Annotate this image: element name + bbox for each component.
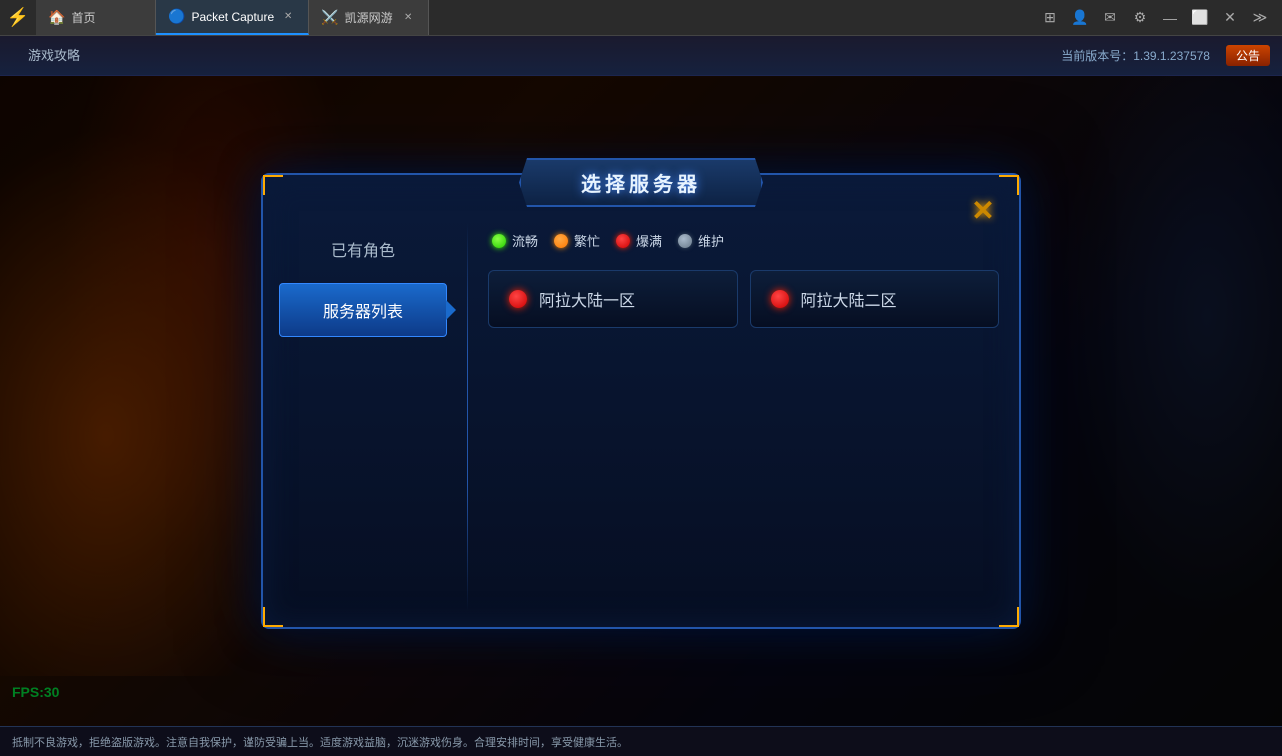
server-select-dialog: 选择服务器 ✕ 已有角色 服务器列表 xyxy=(261,173,1021,629)
server-1-status-icon xyxy=(509,290,527,308)
server-1-name: 阿拉大陆一区 xyxy=(539,287,635,311)
corner-bl-decoration xyxy=(263,607,283,627)
packet-capture-icon: 🔵 xyxy=(168,8,185,25)
dialog-title-background: 选择服务器 xyxy=(519,158,763,207)
bottom-text: 抵制不良游戏，拒绝盗版游戏。注意自我保护，谨防受骗上当。适度游戏益脑，沉迷游戏伤… xyxy=(12,734,628,750)
server-grid: 阿拉大陆一区 阿拉大陆二区 xyxy=(484,266,1003,332)
tab-game-label: 凯源网游 xyxy=(345,9,393,26)
browser-chrome: ⚡ 🏠 首页 🔵 Packet Capture ✕ ⚔️ 凯源网游 ✕ ⊞ 👤 … xyxy=(0,0,1282,36)
maximize-button[interactable]: ⬜ xyxy=(1186,4,1214,32)
status-legend: 流畅 繁忙 爆满 维护 xyxy=(484,223,1003,266)
dialog-title: 选择服务器 xyxy=(581,174,701,196)
close-x-icon: ✕ xyxy=(971,197,994,225)
expand-icon[interactable]: ≫ xyxy=(1246,4,1274,32)
game-nav-tabs: 游戏攻略 xyxy=(12,41,96,70)
tab-home[interactable]: 🏠 首页 xyxy=(36,0,156,35)
window-controls: ⊞ 👤 ✉ ⚙ — ⬜ ✕ ≫ xyxy=(1036,0,1282,35)
user-icon[interactable]: 👤 xyxy=(1066,4,1094,32)
corner-br-decoration xyxy=(999,607,1019,627)
full-label: 爆满 xyxy=(636,231,662,250)
server-1-button[interactable]: 阿拉大陆一区 xyxy=(488,270,738,328)
game-area: 游戏攻略 当前版本号：1.39.1.237578 公告 选择服务器 ✕ xyxy=(0,36,1282,756)
right-panel: 流畅 繁忙 爆满 维护 xyxy=(476,223,1003,611)
tab-packet-capture-close[interactable]: ✕ xyxy=(280,9,296,25)
notice-button[interactable]: 公告 xyxy=(1226,45,1270,66)
grid-icon[interactable]: ⊞ xyxy=(1036,4,1064,32)
smooth-dot-icon xyxy=(492,234,506,248)
tab-home-label: 首页 xyxy=(71,9,95,26)
panel-divider xyxy=(467,223,468,611)
status-busy: 繁忙 xyxy=(554,231,600,250)
browser-logo-icon: ⚡ xyxy=(0,0,36,35)
smooth-label: 流畅 xyxy=(512,231,538,250)
server-2-status-icon xyxy=(771,290,789,308)
tab-packet-capture-label: Packet Capture xyxy=(191,10,274,24)
busy-dot-icon xyxy=(554,234,568,248)
status-maintenance: 维护 xyxy=(678,231,724,250)
bottom-bar: 抵制不良游戏，拒绝盗版游戏。注意自我保护，谨防受骗上当。适度游戏益脑，沉迷游戏伤… xyxy=(0,726,1282,756)
existing-chars-button[interactable]: 已有角色 xyxy=(279,223,447,275)
server-2-name: 阿拉大陆二区 xyxy=(801,287,897,311)
left-panel: 已有角色 服务器列表 xyxy=(279,223,459,611)
minimize-button[interactable]: — xyxy=(1156,4,1184,32)
tab-game[interactable]: ⚔️ 凯源网游 ✕ xyxy=(309,0,429,35)
close-button[interactable]: ✕ xyxy=(1216,4,1244,32)
version-text: 当前版本号：1.39.1.237578 xyxy=(1061,47,1210,64)
tab-packet-capture[interactable]: 🔵 Packet Capture ✕ xyxy=(156,0,309,35)
busy-label: 繁忙 xyxy=(574,231,600,250)
maintenance-dot-icon xyxy=(678,234,692,248)
game-top-bar: 游戏攻略 当前版本号：1.39.1.237578 公告 xyxy=(0,36,1282,76)
tab-game-close[interactable]: ✕ xyxy=(400,10,416,26)
game-tab-guide[interactable]: 游戏攻略 xyxy=(12,41,96,70)
status-smooth: 流畅 xyxy=(492,231,538,250)
server-list-button[interactable]: 服务器列表 xyxy=(279,283,447,337)
dialog-close-button[interactable]: ✕ xyxy=(963,191,1003,231)
mail-icon[interactable]: ✉ xyxy=(1096,4,1124,32)
settings-icon[interactable]: ⚙ xyxy=(1126,4,1154,32)
server-2-button[interactable]: 阿拉大陆二区 xyxy=(750,270,1000,328)
dialog-body: 已有角色 服务器列表 流畅 繁忙 xyxy=(263,207,1019,627)
modal-overlay: 选择服务器 ✕ 已有角色 服务器列表 xyxy=(0,76,1282,726)
full-dot-icon xyxy=(616,234,630,248)
home-icon: 🏠 xyxy=(48,9,65,26)
maintenance-label: 维护 xyxy=(698,231,724,250)
status-full: 爆满 xyxy=(616,231,662,250)
game-tab-icon: ⚔️ xyxy=(321,9,338,26)
dialog-title-area: 选择服务器 xyxy=(263,174,1019,207)
